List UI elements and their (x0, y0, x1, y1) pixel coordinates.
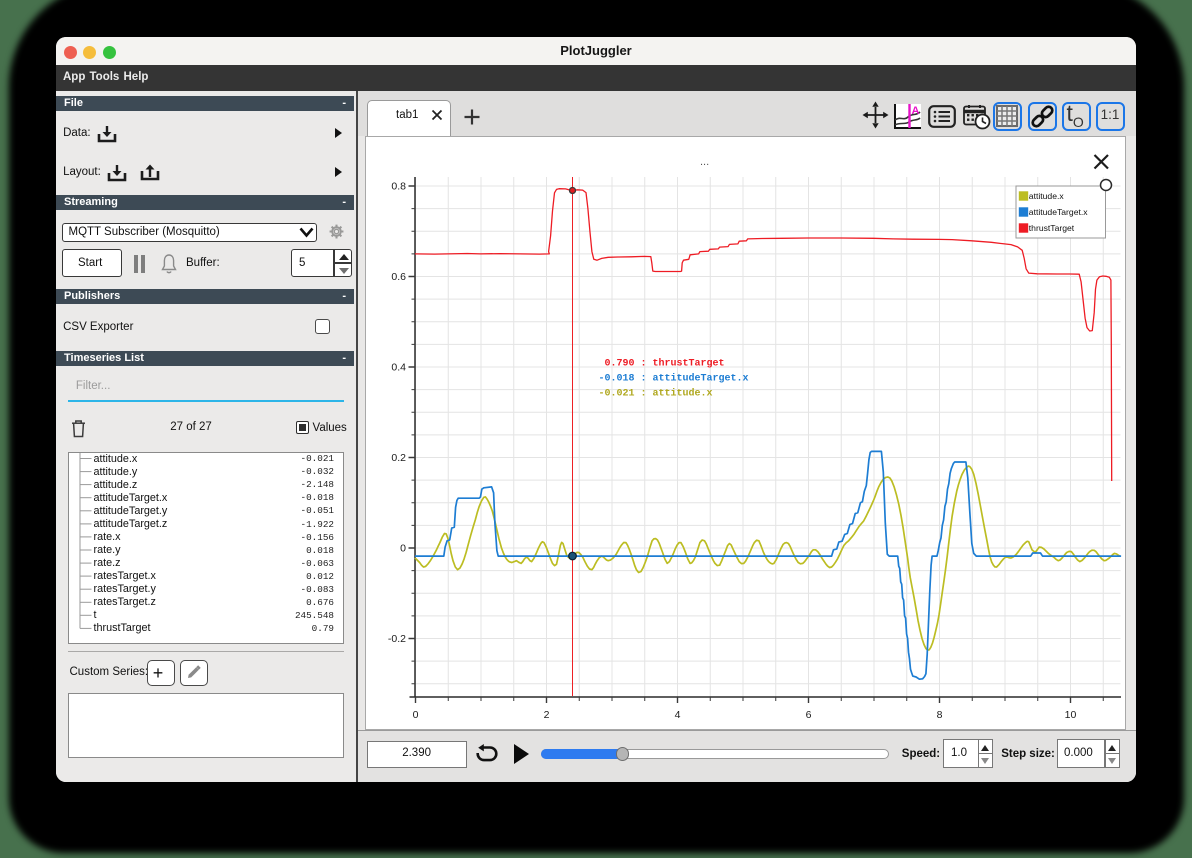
svg-text:thrustTarget: thrustTarget (1029, 223, 1075, 233)
svg-text:...: ... (700, 156, 709, 168)
svg-text:0.6: 0.6 (391, 271, 406, 283)
svg-text:0.790 : thrustTarget: 0.790 : thrustTarget (599, 358, 725, 370)
svg-text:-0.018 : attitudeTarget.x: -0.018 : attitudeTarget.x (599, 373, 749, 385)
svg-text:0.4: 0.4 (391, 362, 406, 374)
svg-text:0.8: 0.8 (391, 181, 406, 193)
svg-text:2: 2 (544, 709, 550, 721)
svg-text:attitudeTarget.x: attitudeTarget.x (1029, 207, 1088, 217)
svg-text:-0.021 : attitude.x: -0.021 : attitude.x (599, 388, 713, 400)
svg-text:-0.2: -0.2 (388, 633, 406, 645)
svg-text:10: 10 (1065, 709, 1077, 721)
svg-text:4: 4 (675, 709, 681, 721)
svg-text:0.2: 0.2 (391, 452, 406, 464)
svg-text:6: 6 (806, 709, 812, 721)
svg-text:attitude.x: attitude.x (1029, 191, 1065, 201)
svg-text:A: A (912, 105, 920, 117)
svg-text:8: 8 (937, 709, 943, 721)
svg-text:0: 0 (413, 709, 419, 721)
svg-text:0: 0 (400, 543, 406, 555)
